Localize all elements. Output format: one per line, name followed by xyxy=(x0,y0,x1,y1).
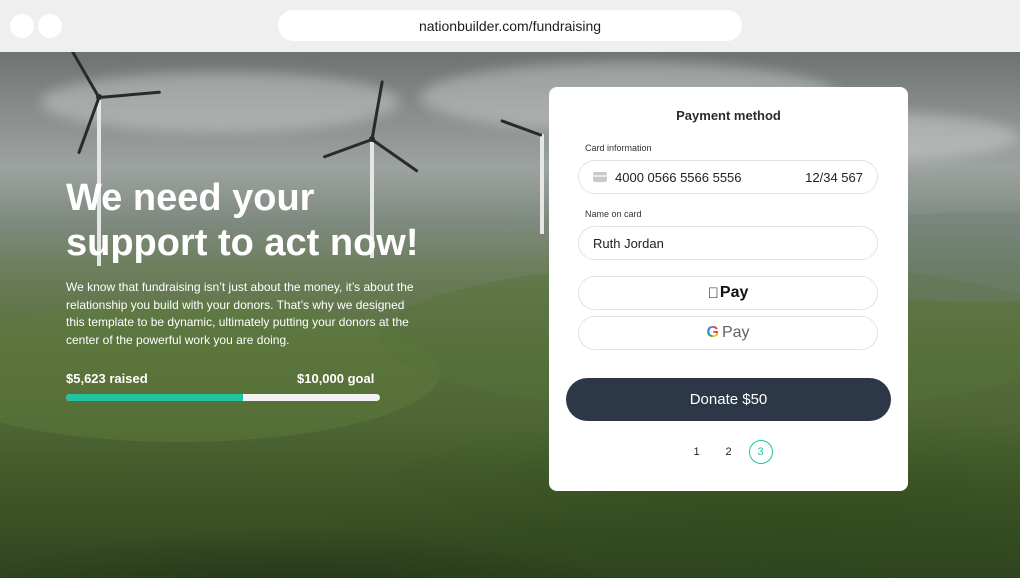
headline-line: support to act now! xyxy=(66,222,419,264)
google-pay-label: Pay xyxy=(721,324,750,341)
google-g-icon: G xyxy=(706,324,719,341)
address-bar[interactable]: nationbuilder.com/fundraising xyxy=(278,10,742,41)
card-expiry-cvc[interactable]: 12/34 567 xyxy=(805,170,863,185)
fundraising-goal: $10,000 goal xyxy=(297,371,375,386)
progress-bar-fill xyxy=(66,394,243,401)
payment-card: Payment method Card information 4000 056… xyxy=(549,87,908,491)
google-pay-button[interactable]: G Pay xyxy=(578,316,878,350)
progress-bar xyxy=(66,394,380,401)
page-step-3[interactable]: 3 xyxy=(748,440,773,464)
page-headline: We need your support to act now! xyxy=(66,176,486,266)
step-pagination: 123 xyxy=(549,440,908,464)
page-step-1[interactable]: 1 xyxy=(685,440,709,464)
card-information-field[interactable]: 4000 0566 5566 5556 12/34 567 xyxy=(578,160,878,194)
name-on-card-field[interactable]: Ruth Jordan xyxy=(578,226,878,260)
apple-icon:  xyxy=(708,285,719,302)
window-control-button[interactable] xyxy=(38,14,62,38)
donate-button[interactable]: Donate $50 xyxy=(566,378,891,421)
intro-paragraph: We know that fundraising isn’t just abou… xyxy=(66,280,414,347)
card-info-label: Card information xyxy=(585,143,652,153)
amount-raised: $5,623 raised xyxy=(66,371,148,386)
name-value[interactable]: Ruth Jordan xyxy=(593,236,664,251)
page-step-2[interactable]: 2 xyxy=(717,440,741,464)
apple-pay-label: Pay xyxy=(714,284,748,301)
window-control-button[interactable] xyxy=(10,14,34,38)
credit-card-icon xyxy=(593,172,607,182)
name-on-card-label: Name on card xyxy=(585,209,642,219)
payment-title: Payment method xyxy=(676,108,781,123)
headline-line: We need your xyxy=(66,177,315,219)
card-number[interactable]: 4000 0566 5566 5556 xyxy=(615,170,805,185)
browser-chrome: nationbuilder.com/fundraising xyxy=(0,0,1020,52)
apple-pay-button[interactable]:  Pay xyxy=(578,276,878,310)
